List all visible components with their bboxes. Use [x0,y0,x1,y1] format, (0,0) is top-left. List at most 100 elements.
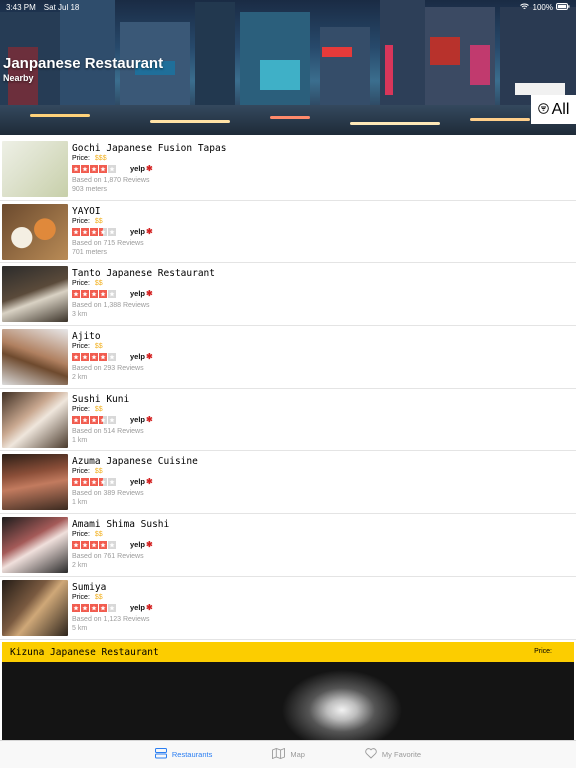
star-icon [72,353,80,362]
restaurant-row[interactable]: Gochi Japanese Fusion Tapas Price: $$$ ye… [0,138,576,201]
star-icon [81,478,89,487]
price-level: $$ [94,468,103,476]
restaurant-row[interactable]: Tanto Japanese Restaurant Price: $$ yelp ✱… [0,263,576,327]
distance: 1 km [72,499,88,507]
price-row: Price: $$$ [72,155,107,162]
yelp-text: yelp [130,226,146,236]
star-icon [81,415,89,424]
star-rating [72,415,116,424]
page-title: Janpanese Restaurant [3,55,164,72]
star-icon [72,290,80,299]
yelp-text: yelp [130,602,146,612]
restaurant-thumbnail [2,391,68,448]
review-count: Based on 514 Reviews [72,427,144,435]
distance: 701 meters [72,248,108,256]
price-level: $$ [94,593,103,601]
restaurant-row[interactable]: Amami Shima Sushi Price: $$ yelp ✱ Based o… [0,514,576,577]
distance: 5 km [72,624,88,632]
restaurant-name: Amami Shima Sushi [72,519,170,531]
tab-my-favorite-label: My Favorite [381,750,422,759]
yelp-logo: yelp ✱ [130,603,153,612]
restaurant-row[interactable]: Azuma Japanese Cuisine Price: $$ yelp ✱ Ba… [0,451,576,515]
star-icon [108,227,116,236]
distance: 1 km [72,436,88,444]
star-icon [72,227,80,236]
tab-restaurants[interactable]: Restaurants [154,748,213,761]
star-rating [72,290,116,299]
restaurant-name: Sushi Kuni [72,393,130,405]
star-icon [90,541,98,550]
yelp-text: yelp [130,414,146,424]
star-rating [72,603,116,612]
price-level: $$ [94,217,103,225]
tab-my-favorite[interactable]: My Favorite [365,748,421,761]
yelp-burst-icon: ✱ [146,289,153,299]
restaurant-row[interactable]: Sumiya Price: $$ yelp ✱ Based on 1,123 Rev… [0,577,576,640]
yelp-logo: yelp ✱ [130,540,153,549]
star-icon [90,227,98,236]
wifi-icon [519,3,529,12]
restaurant-thumbnail [2,266,68,323]
star-rating [72,478,116,487]
map-icon [272,747,286,761]
star-icon [99,290,107,299]
yelp-logo: yelp ✱ [130,289,153,298]
yelp-burst-icon: ✱ [146,226,153,236]
restaurant-list: Gochi Japanese Fusion Tapas Price: $$$ ye… [0,138,576,640]
app-root: 3:43 PM Sat Jul 18 100% Janpanese Restau… [0,0,576,768]
restaurant-name: Ajito [72,331,101,343]
price-label: Price: [72,343,90,351]
price-row: Price: $$ [72,280,103,287]
review-count: Based on 715 Reviews [72,239,144,247]
restaurant-name: Gochi Japanese Fusion Tapas [72,143,227,154]
distance: 3 km [72,311,88,319]
battery-icon [556,2,570,12]
yelp-logo: yelp ✱ [130,477,153,486]
price-level: $$$ [94,155,107,162]
yelp-logo: yelp ✱ [130,415,153,424]
distance: 2 km [72,562,88,570]
star-icon [72,165,80,173]
price-level: $$ [94,405,103,413]
star-rating [72,353,116,362]
restaurant-name: YAYOI [72,205,101,217]
header-hero-image: 3:43 PM Sat Jul 18 100% Janpanese Restau… [0,0,576,135]
restaurant-thumbnail [2,579,68,636]
star-icon [90,290,98,299]
star-rating [72,227,116,236]
status-time: 3:43 PM [6,2,36,12]
highlight-price-label: Price: [534,648,552,655]
star-icon [99,541,107,550]
star-icon [81,227,89,236]
restaurant-thumbnail [2,517,68,574]
price-row: Price: $$ [72,343,103,350]
highlight-card[interactable]: Kizuna Japanese Restaurant Price: [2,642,574,740]
star-icon [72,603,80,612]
star-icon [108,478,116,487]
yelp-text: yelp [130,164,146,173]
review-count: Based on 1,870 Reviews [72,177,150,184]
price-level: $$ [94,531,103,539]
star-icon [81,165,89,173]
price-label: Price: [72,155,90,162]
yelp-text: yelp [130,352,146,362]
star-icon [99,415,107,424]
star-icon [108,541,116,550]
star-icon [90,603,98,612]
yelp-logo: yelp ✱ [130,352,153,361]
yelp-burst-icon: ✱ [146,477,153,487]
restaurant-row[interactable]: YAYOI Price: $$ yelp ✱ Based on 715 Review… [0,201,576,264]
star-icon [108,290,116,299]
yelp-burst-icon: ✱ [146,352,153,362]
filter-button[interactable]: All [531,95,576,124]
restaurant-row[interactable]: Sushi Kuni Price: $$ yelp ✱ Based on 514 R… [0,389,576,452]
price-row: Price: $$ [72,218,103,225]
star-rating [72,541,116,550]
restaurant-row[interactable]: Ajito Price: $$ yelp ✱ Based on 293 Review… [0,326,576,389]
star-icon [99,227,107,236]
price-label: Price: [72,468,90,476]
tab-map[interactable]: Map [272,747,305,761]
tab-restaurants-label: Restaurants [171,750,213,759]
restaurant-thumbnail [2,329,68,386]
price-label: Price: [72,280,90,288]
